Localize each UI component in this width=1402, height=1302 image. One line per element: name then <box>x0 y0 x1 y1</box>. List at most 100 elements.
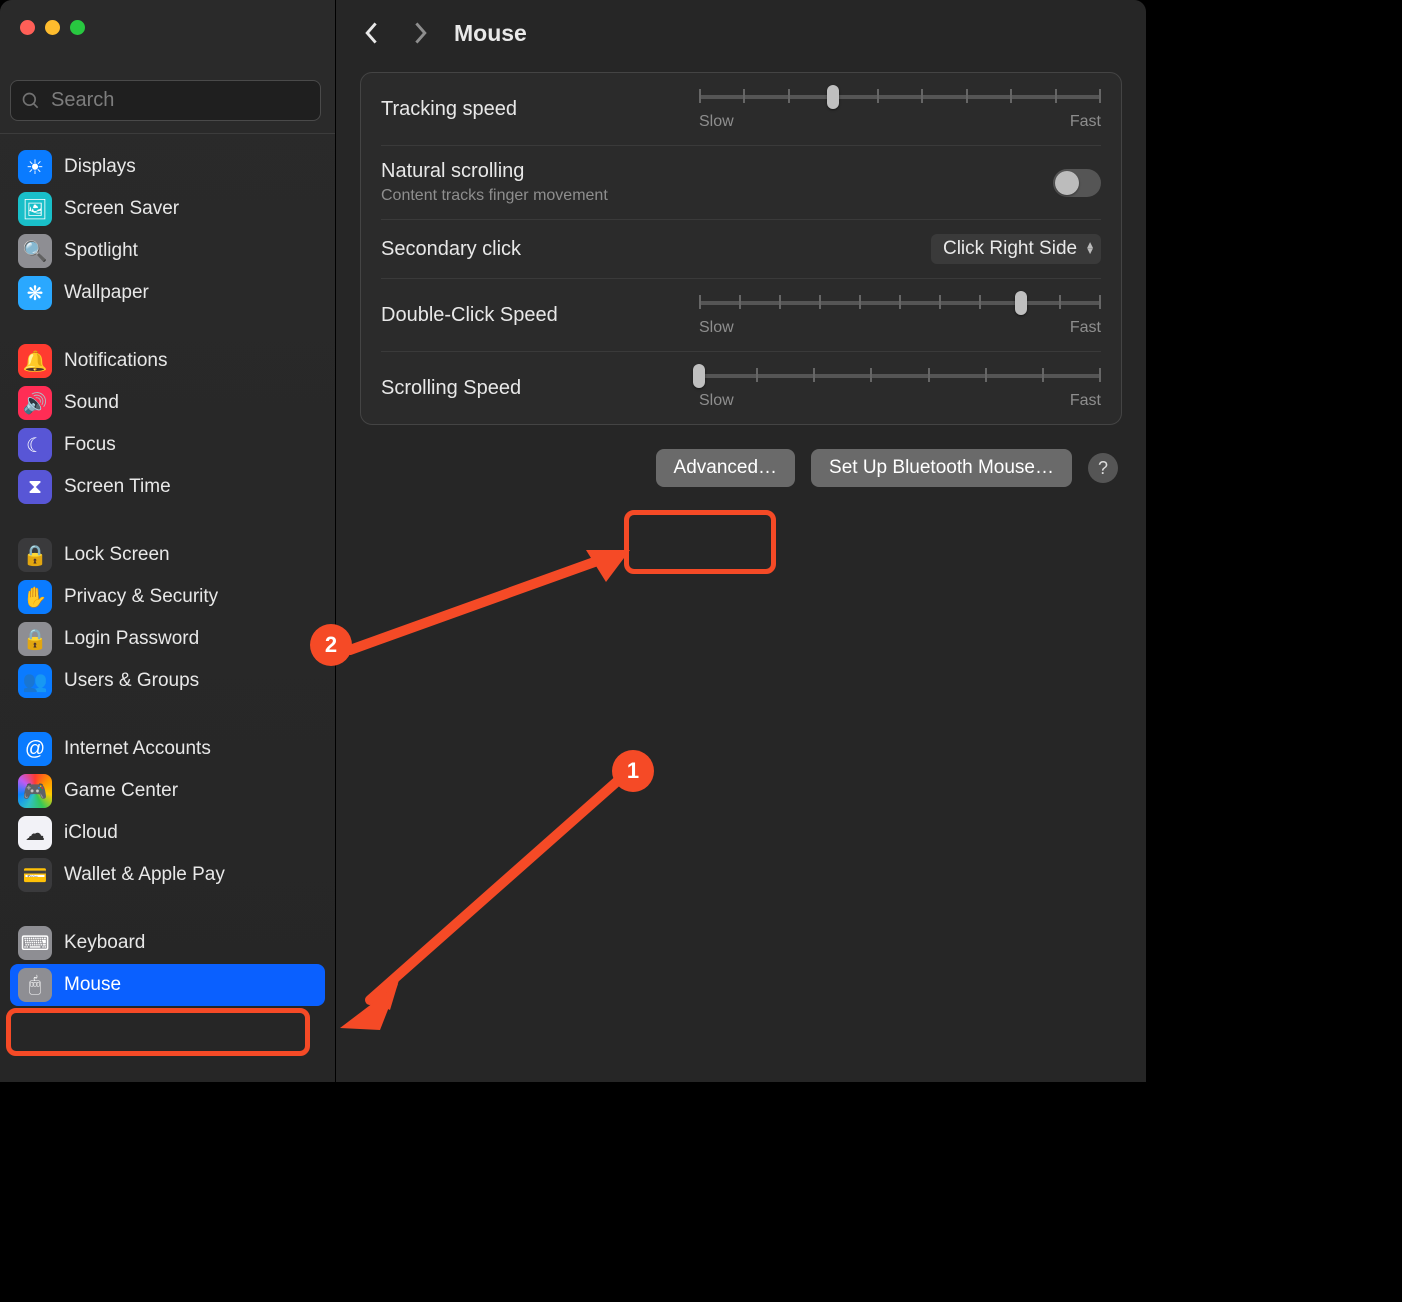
bell-icon: 🔔 <box>18 344 52 378</box>
sidebar-item-label: Privacy & Security <box>64 586 218 608</box>
natural-scrolling-sub: Content tracks finger movement <box>381 187 681 205</box>
chevron-updown-icon: ▲▼ <box>1085 243 1095 255</box>
photo-icon: 🖼 <box>18 192 52 226</box>
advanced-button[interactable]: Advanced… <box>656 449 796 487</box>
sidebar-item-label: Keyboard <box>64 932 145 954</box>
slider-max-label: Fast <box>1070 113 1101 131</box>
sidebar-item-label: Screen Saver <box>64 198 179 220</box>
wallet-icon: 💳 <box>18 858 52 892</box>
sidebar-item-label: Notifications <box>64 350 168 372</box>
speaker-icon: 🔊 <box>18 386 52 420</box>
hand-icon: ✋ <box>18 580 52 614</box>
sidebar-item-internet-accounts[interactable]: @ Internet Accounts <box>10 728 325 770</box>
scrolling-speed-slider[interactable] <box>699 366 1101 386</box>
sidebar-item-label: Internet Accounts <box>64 738 211 760</box>
sidebar-item-label: Lock Screen <box>64 544 170 566</box>
close-window-button[interactable] <box>20 20 35 35</box>
moon-icon: ☾ <box>18 428 52 462</box>
sidebar-item-sound[interactable]: 🔊 Sound <box>10 382 325 424</box>
secondary-click-select[interactable]: Click Right Side ▲▼ <box>931 234 1101 264</box>
slider-min-label: Slow <box>699 113 734 131</box>
row-natural-scrolling: Natural scrolling Content tracks finger … <box>381 145 1101 219</box>
slider-min-label: Slow <box>699 392 734 410</box>
mouse-icon: 🖱 <box>18 968 52 1002</box>
sidebar-item-displays[interactable]: ☀ Displays <box>10 146 325 188</box>
nav-forward-button[interactable] <box>406 19 434 47</box>
nav-back-button[interactable] <box>358 19 386 47</box>
sidebar-item-lock-screen[interactable]: 🔒 Lock Screen <box>10 534 325 576</box>
sidebar-item-label: Focus <box>64 434 116 456</box>
row-scrolling-speed: Scrolling Speed Slow Fast <box>381 351 1101 424</box>
sidebar-item-label: Login Password <box>64 628 199 650</box>
sidebar-item-screen-saver[interactable]: 🖼 Screen Saver <box>10 188 325 230</box>
natural-scrolling-label: Natural scrolling <box>381 160 681 183</box>
sidebar-item-label: Users & Groups <box>64 670 199 692</box>
sidebar-item-label: Game Center <box>64 780 178 802</box>
footer-buttons: Advanced… Set Up Bluetooth Mouse… ? <box>360 425 1122 511</box>
setup-bluetooth-mouse-button[interactable]: Set Up Bluetooth Mouse… <box>811 449 1072 487</box>
scrolling-speed-label: Scrolling Speed <box>381 377 681 400</box>
sidebar-item-label: Wallet & Apple Pay <box>64 864 225 886</box>
natural-scrolling-toggle[interactable] <box>1053 169 1101 197</box>
search-icon <box>21 91 41 111</box>
search-input[interactable] <box>49 88 318 113</box>
sidebar-item-icloud[interactable]: ☁ iCloud <box>10 812 325 854</box>
sidebar-item-users-groups[interactable]: 👥 Users & Groups <box>10 660 325 702</box>
tracking-speed-slider[interactable] <box>699 87 1101 107</box>
at-icon: @ <box>18 732 52 766</box>
game-icon: 🎮 <box>18 774 52 808</box>
minimize-window-button[interactable] <box>45 20 60 35</box>
sidebar-item-label: Displays <box>64 156 136 178</box>
sidebar-list: ☀ Displays 🖼 Screen Saver 🔍 Spotlight ❋ Wallpap… <box>0 134 335 1082</box>
sidebar-item-privacy-security[interactable]: ✋ Privacy & Security <box>10 576 325 618</box>
sidebar-item-screen-time[interactable]: ⧗ Screen Time <box>10 466 325 508</box>
sidebar-item-wallpaper[interactable]: ❋ Wallpaper <box>10 272 325 314</box>
chevron-left-icon <box>363 21 381 45</box>
padlock-icon: 🔒 <box>18 622 52 656</box>
hourglass-icon: ⧗ <box>18 470 52 504</box>
row-double-click-speed: Double-Click Speed Slow Fast <box>381 278 1101 351</box>
search-icon: 🔍 <box>18 234 52 268</box>
row-secondary-click: Secondary click Click Right Side ▲▼ <box>381 219 1101 278</box>
keyboard-icon: ⌨ <box>18 926 52 960</box>
sidebar-item-label: Mouse <box>64 974 121 996</box>
sidebar-item-label: Wallpaper <box>64 282 149 304</box>
window-controls <box>0 0 335 48</box>
flower-icon: ❋ <box>18 276 52 310</box>
mouse-settings-panel: Tracking speed Slow Fast Natural <box>360 72 1122 425</box>
sidebar-item-keyboard[interactable]: ⌨ Keyboard <box>10 922 325 964</box>
system-settings-window: ☀ Displays 🖼 Screen Saver 🔍 Spotlight ❋ Wallpap… <box>0 0 1146 1082</box>
chevron-right-icon <box>411 21 429 45</box>
sidebar-item-label: Screen Time <box>64 476 171 498</box>
sidebar-item-notifications[interactable]: 🔔 Notifications <box>10 340 325 382</box>
cloud-icon: ☁ <box>18 816 52 850</box>
double-click-slider[interactable] <box>699 293 1101 313</box>
sidebar-item-focus[interactable]: ☾ Focus <box>10 424 325 466</box>
sidebar-item-label: Spotlight <box>64 240 138 262</box>
slider-max-label: Fast <box>1070 392 1101 410</box>
help-button[interactable]: ? <box>1088 453 1118 483</box>
double-click-label: Double-Click Speed <box>381 304 681 327</box>
secondary-click-label: Secondary click <box>381 238 681 261</box>
sidebar-item-game-center[interactable]: 🎮 Game Center <box>10 770 325 812</box>
sun-icon: ☀ <box>18 150 52 184</box>
maximize-window-button[interactable] <box>70 20 85 35</box>
page-title: Mouse <box>454 20 527 47</box>
secondary-click-value: Click Right Side <box>943 238 1077 260</box>
main-pane: Mouse Tracking speed Slow Fast <box>336 0 1146 1082</box>
lock-icon: 🔒 <box>18 538 52 572</box>
tracking-speed-label: Tracking speed <box>381 98 681 121</box>
sidebar-item-spotlight[interactable]: 🔍 Spotlight <box>10 230 325 272</box>
sidebar-item-mouse[interactable]: 🖱 Mouse <box>10 964 325 1006</box>
sidebar-item-label: iCloud <box>64 822 118 844</box>
slider-min-label: Slow <box>699 319 734 337</box>
sidebar: ☀ Displays 🖼 Screen Saver 🔍 Spotlight ❋ Wallpap… <box>0 0 336 1082</box>
sidebar-item-wallet-apple-pay[interactable]: 💳 Wallet & Apple Pay <box>10 854 325 896</box>
main-header: Mouse <box>336 0 1146 66</box>
users-icon: 👥 <box>18 664 52 698</box>
search-field[interactable] <box>10 80 321 121</box>
sidebar-item-login-password[interactable]: 🔒 Login Password <box>10 618 325 660</box>
sidebar-item-label: Sound <box>64 392 119 414</box>
row-tracking-speed: Tracking speed Slow Fast <box>381 73 1101 145</box>
slider-max-label: Fast <box>1070 319 1101 337</box>
